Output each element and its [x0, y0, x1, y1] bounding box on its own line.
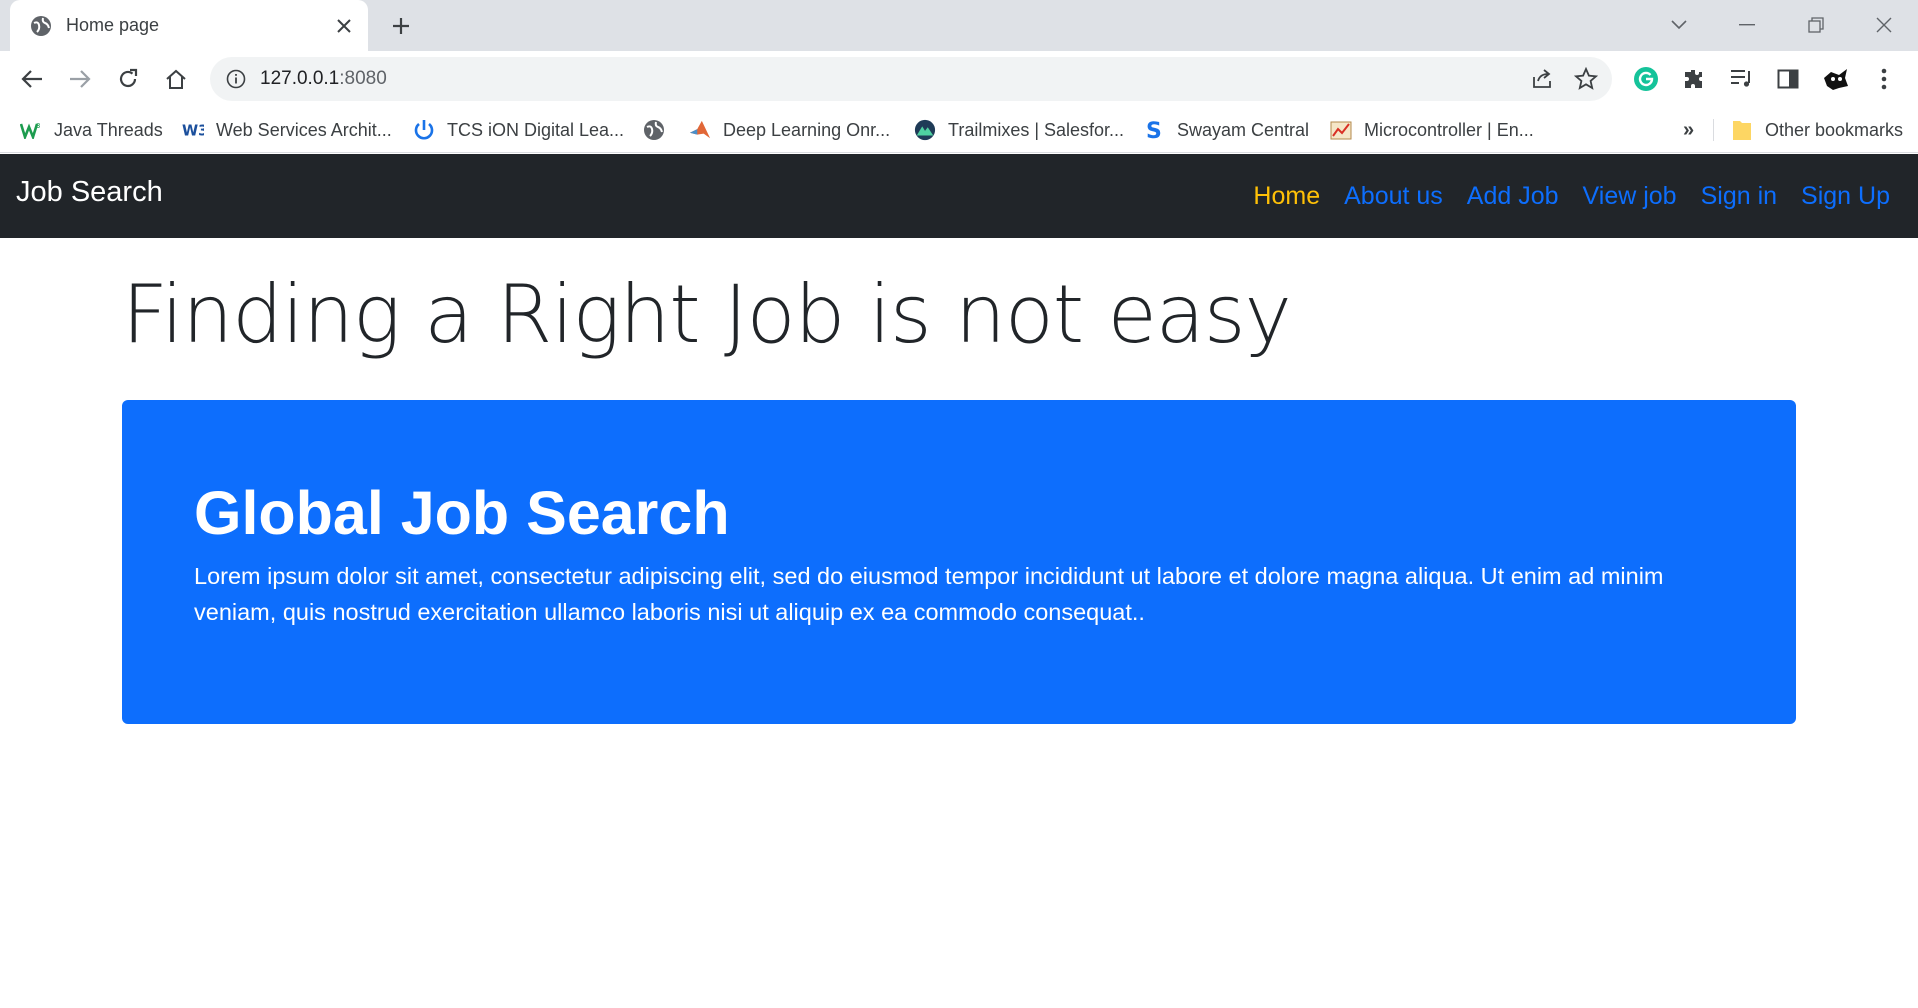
- bookmark-label: Trailmixes | Salesfor...: [948, 119, 1125, 140]
- url-port: :8080: [339, 68, 387, 89]
- side-panel-icon[interactable]: [1772, 63, 1804, 95]
- bookmark-globe[interactable]: [643, 107, 677, 153]
- w3-icon: 3: [20, 119, 42, 141]
- extensions-icon[interactable]: [1678, 63, 1710, 95]
- other-bookmarks-folder[interactable]: Other bookmarks: [1731, 107, 1903, 153]
- nav-view-job[interactable]: View job: [1583, 182, 1677, 211]
- bookmark-label: Microcontroller | En...: [1364, 119, 1534, 140]
- trailhead-icon: [914, 119, 936, 141]
- browser-tab[interactable]: Home page: [10, 0, 368, 51]
- globe-icon: [643, 119, 665, 141]
- power-icon: [413, 119, 435, 141]
- matlab-icon: [689, 119, 711, 141]
- chart-icon: [1330, 119, 1352, 141]
- restore-button[interactable]: [1799, 8, 1833, 42]
- nav-sign-in[interactable]: Sign in: [1701, 182, 1777, 211]
- share-icon[interactable]: [1530, 67, 1554, 91]
- svg-text:S: S: [1146, 119, 1162, 141]
- svg-text:3: 3: [36, 122, 40, 130]
- card-heading: Global Job Search: [194, 479, 730, 547]
- close-icon[interactable]: [332, 14, 356, 38]
- home-button[interactable]: [160, 63, 192, 95]
- bookmark-java-threads[interactable]: 3 Java Threads: [20, 107, 163, 153]
- bookmark-trailmixes[interactable]: Trailmixes | Salesfor...: [914, 107, 1124, 153]
- bookmark-label: Deep Learning Onr...: [723, 119, 891, 140]
- bookmark-microcontroller[interactable]: Microcontroller | En...: [1330, 107, 1534, 153]
- jumbotron-card: Global Job Search Lorem ipsum dolor sit …: [122, 400, 1796, 724]
- nav-sign-up[interactable]: Sign Up: [1801, 182, 1890, 211]
- w3c-icon: W3: [182, 119, 204, 141]
- tab-search-icon[interactable]: [1662, 8, 1696, 42]
- nav-home[interactable]: Home: [1253, 182, 1320, 211]
- page-headline: Finding a Right Job is not easy: [122, 268, 1292, 361]
- bookmarks-bar: 3 Java Threads W3 Web Services Archit...…: [0, 107, 1918, 153]
- browser-toolbar: 127.0.0.1:8080: [0, 51, 1918, 107]
- card-text: Lorem ipsum dolor sit amet, consectetur …: [194, 563, 1664, 625]
- grammarly-icon[interactable]: [1630, 63, 1662, 95]
- bookmarks-divider: [1713, 119, 1714, 141]
- menu-icon[interactable]: [1868, 63, 1900, 95]
- address-bar[interactable]: 127.0.0.1:8080: [210, 57, 1612, 101]
- nav-add-job[interactable]: Add Job: [1467, 182, 1559, 211]
- bookmark-label: Other bookmarks: [1765, 119, 1904, 140]
- tab-title: Home page: [66, 15, 160, 35]
- url-host: 127.0.0.1: [260, 68, 340, 89]
- site-navbar: Job Search Home About us Add Job View jo…: [0, 154, 1918, 238]
- svg-text:W3: W3: [182, 123, 204, 140]
- back-button[interactable]: [16, 63, 48, 95]
- more-bookmarks-button[interactable]: »: [1683, 119, 1694, 142]
- star-icon[interactable]: [1573, 66, 1599, 91]
- folder-icon: [1731, 119, 1753, 141]
- bookmark-label: Java Threads: [54, 119, 163, 140]
- reload-button[interactable]: [112, 63, 144, 95]
- profile-avatar-icon[interactable]: [1820, 63, 1852, 95]
- forward-button[interactable]: [64, 63, 96, 95]
- bookmark-label: TCS iON Digital Lea...: [447, 119, 625, 140]
- url-text[interactable]: 127.0.0.1:8080: [260, 68, 387, 90]
- globe-icon: [30, 15, 52, 37]
- bookmark-deep-learning[interactable]: Deep Learning Onr...: [689, 107, 890, 153]
- info-icon[interactable]: [224, 67, 248, 91]
- bookmark-label: Web Services Archit...: [216, 119, 392, 140]
- bookmark-web-services[interactable]: W3 Web Services Archit...: [182, 107, 392, 153]
- tab-strip: Home page: [0, 0, 1918, 51]
- brand-link[interactable]: Job Search: [16, 176, 163, 209]
- new-tab-button[interactable]: [386, 11, 416, 41]
- nav-about-us[interactable]: About us: [1344, 182, 1443, 211]
- bookmark-tcs-ion[interactable]: TCS iON Digital Lea...: [413, 107, 624, 153]
- bookmark-swayam[interactable]: S Swayam Central: [1143, 107, 1309, 153]
- media-control-icon[interactable]: [1725, 63, 1757, 95]
- close-window-button[interactable]: [1867, 8, 1901, 42]
- swayam-icon: S: [1143, 119, 1165, 141]
- minimize-button[interactable]: [1730, 8, 1764, 42]
- nav-links: Home About us Add Job View job Sign in S…: [1229, 154, 1890, 238]
- bookmark-label: Swayam Central: [1177, 119, 1310, 140]
